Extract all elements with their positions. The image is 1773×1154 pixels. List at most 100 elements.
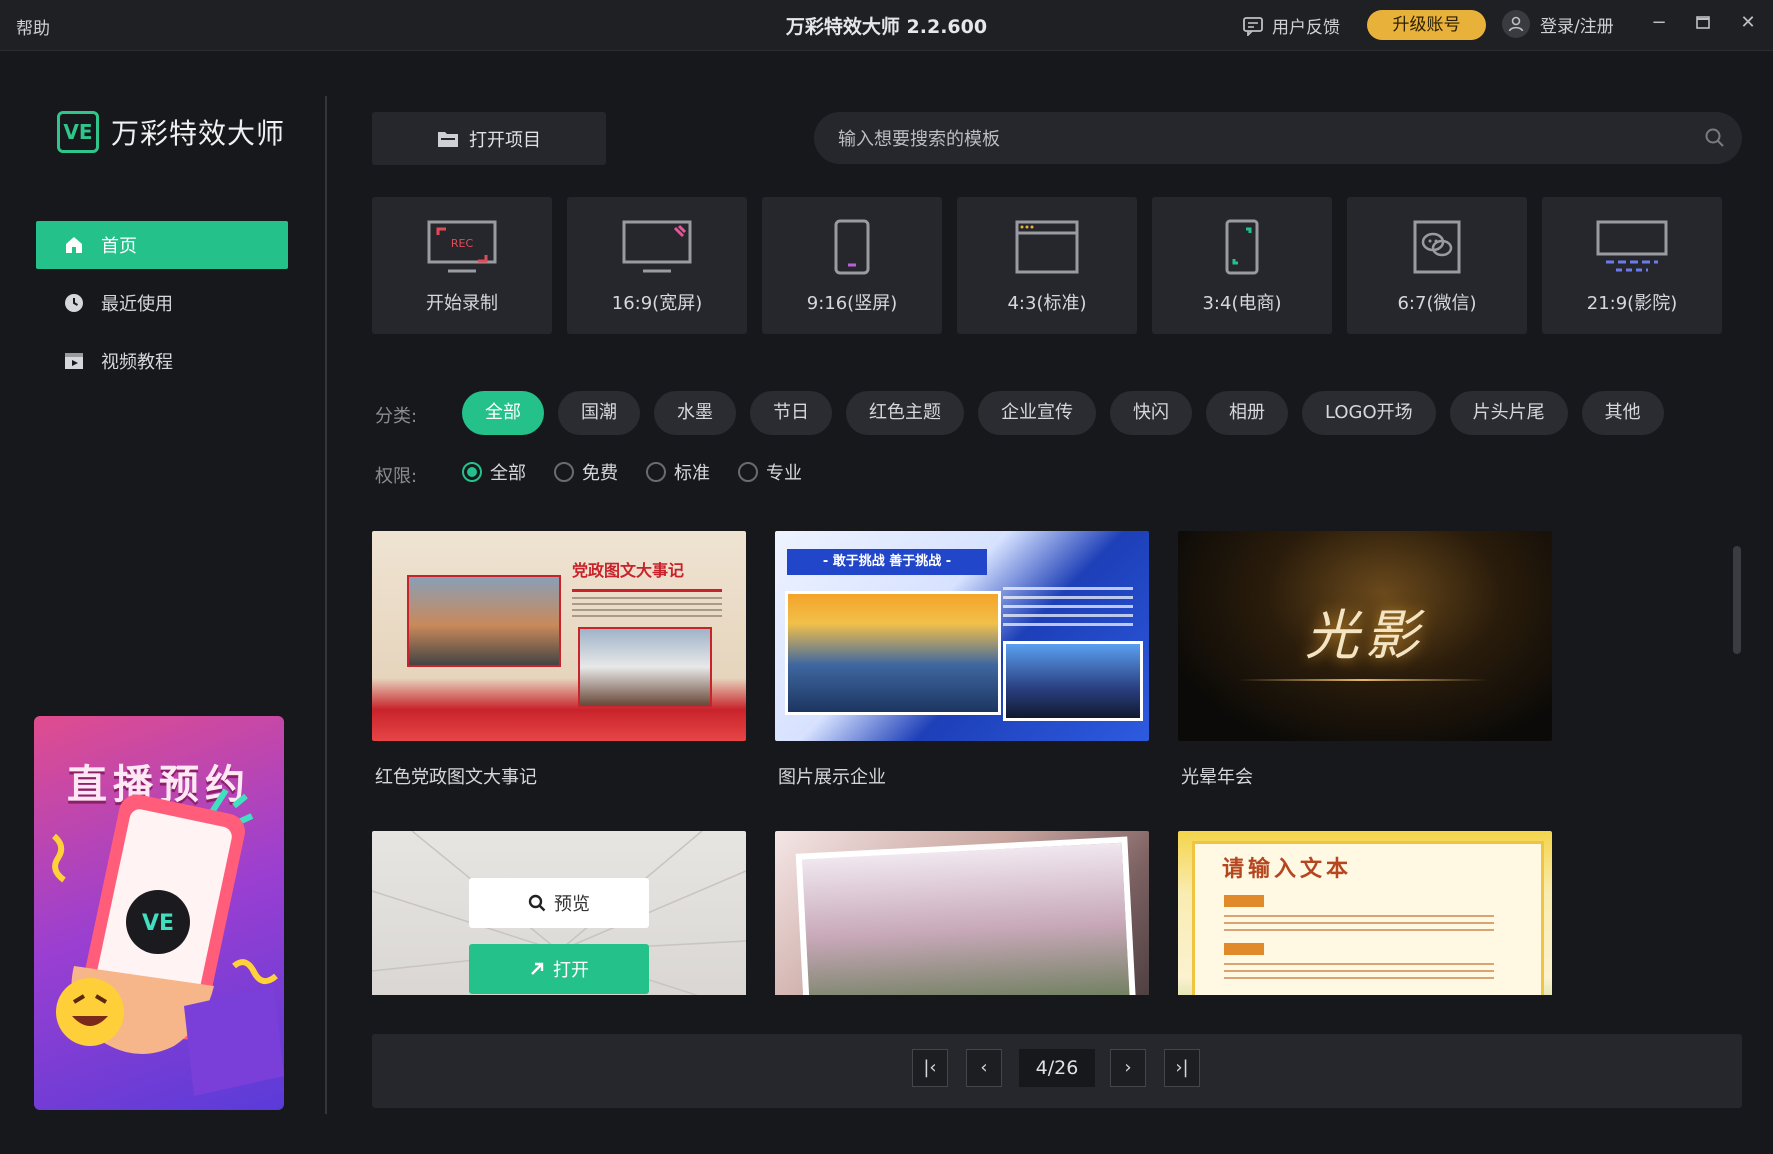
template-card[interactable]: 请输入文本: [1178, 831, 1552, 995]
open-project-button[interactable]: 打开项目: [372, 112, 606, 165]
logo-mark: VE: [57, 111, 99, 153]
permission-filter-label: 权限:: [375, 466, 418, 487]
category-chip[interactable]: 节日: [750, 391, 832, 435]
search-icon: [528, 894, 546, 912]
category-chip[interactable]: 快闪: [1110, 391, 1192, 435]
last-page-icon[interactable]: ›|: [1164, 1049, 1200, 1087]
open-template-button[interactable]: 打开: [469, 944, 649, 994]
template-thumbnail[interactable]: 请输入文本: [1178, 831, 1552, 995]
thumbnail-title: - 敢于挑战 善于挑战 -: [787, 549, 987, 575]
radio-button[interactable]: [738, 462, 758, 482]
sidebar-item-label: 首页: [101, 236, 137, 257]
clock-icon: [65, 294, 83, 312]
template-card[interactable]: - 敢于挑战 善于挑战 - 图片展示企业: [775, 531, 1149, 789]
template-grid: 党政图文大事记 红色党政图文大事记 - 敢于挑战 善于挑战 - 图片展示企业 光…: [372, 531, 1572, 995]
thumbnail-title: 请输入文本: [1222, 857, 1353, 882]
widescreen-card[interactable]: 16:9(宽屏): [567, 197, 747, 334]
sidebar-item-tutorials[interactable]: 视频教程: [36, 337, 288, 385]
template-card[interactable]: 党政图文大事记 红色党政图文大事记: [372, 531, 746, 789]
start-recording-card[interactable]: REC 开始录制: [372, 197, 552, 334]
permission-option-free[interactable]: 免费: [554, 459, 618, 485]
open-project-label: 打开项目: [469, 129, 541, 151]
feedback-button[interactable]: 用户反馈: [1242, 13, 1340, 38]
permission-label: 专业: [766, 463, 802, 484]
open-label: 打开: [553, 960, 589, 981]
close-icon[interactable]: ✕: [1737, 12, 1759, 34]
grid-scrollbar[interactable]: [1733, 546, 1741, 654]
template-thumbnail[interactable]: [775, 831, 1149, 995]
category-chip[interactable]: 全部: [462, 391, 544, 435]
wechat-card[interactable]: 6:7(微信): [1347, 197, 1527, 334]
category-chip[interactable]: 红色主题: [846, 391, 964, 435]
arrow-up-right-icon: [531, 962, 544, 975]
ecommerce-card[interactable]: 3:4(电商): [1152, 197, 1332, 334]
home-icon: [66, 237, 82, 253]
login-register-button[interactable]: 登录/注册: [1502, 10, 1614, 38]
template-name: 光晕年会: [1181, 767, 1253, 788]
template-card[interactable]: 光影 光晕年会: [1178, 531, 1552, 789]
standard-icon: [1015, 220, 1079, 274]
widescreen-icon: [622, 220, 692, 273]
first-page-icon[interactable]: |‹: [912, 1049, 948, 1087]
prev-page-icon[interactable]: ‹: [966, 1049, 1002, 1087]
permission-label: 标准: [674, 463, 710, 484]
permission-option-pro[interactable]: 专业: [738, 459, 802, 485]
record-screen-icon: REC: [427, 220, 497, 273]
search-input[interactable]: [836, 112, 1680, 166]
live-booking-banner[interactable]: 直播预约 VE: [34, 716, 284, 1110]
feedback-icon: [1243, 16, 1263, 36]
portrait-icon: [834, 219, 870, 275]
category-chip[interactable]: 水墨: [654, 391, 736, 435]
folder-icon: [438, 131, 458, 147]
preview-button[interactable]: 预览: [469, 878, 649, 928]
radio-button[interactable]: [554, 462, 574, 482]
canvas-size-row: REC 开始录制 16:9(宽屏) 9:16(竖屏) 4:3(标准) 3:4(电…: [372, 197, 1722, 334]
help-menu[interactable]: 帮助: [16, 14, 50, 39]
feedback-label: 用户反馈: [1272, 18, 1340, 38]
template-card[interactable]: 预览 打开: [372, 831, 746, 995]
minimize-icon[interactable]: −: [1648, 12, 1670, 34]
next-page-icon[interactable]: ›: [1110, 1049, 1146, 1087]
thumbnail-title: 党政图文大事记: [572, 561, 685, 580]
maximize-icon[interactable]: [1692, 12, 1714, 34]
page-indicator: 4/26: [1019, 1049, 1095, 1087]
standard-card[interactable]: 4:3(标准): [957, 197, 1137, 334]
category-chip[interactable]: 片头片尾: [1449, 391, 1568, 435]
size-label: 21:9(影院): [1586, 293, 1678, 314]
permission-label: 全部: [490, 463, 526, 484]
radio-button[interactable]: [462, 462, 482, 482]
category-chip[interactable]: 其他: [1581, 391, 1664, 435]
permission-option-standard[interactable]: 标准: [646, 459, 710, 485]
banner-badge: VE: [142, 911, 174, 936]
template-search: [814, 112, 1742, 166]
cinema-card[interactable]: 21:9(影院): [1542, 197, 1722, 334]
template-thumbnail[interactable]: - 敢于挑战 善于挑战 -: [775, 531, 1149, 741]
template-name: 图片展示企业: [778, 767, 886, 788]
permission-filter: 全部 免费 标准 专业: [462, 459, 802, 485]
template-thumbnail[interactable]: 党政图文大事记: [372, 531, 746, 741]
radio-button[interactable]: [646, 462, 666, 482]
category-filter-label: 分类:: [375, 406, 418, 427]
sidebar-nav: 首页 最近使用 视频教程: [36, 221, 288, 395]
sidebar-item-recent[interactable]: 最近使用: [36, 279, 288, 327]
permission-label: 免费: [582, 463, 618, 484]
category-chip[interactable]: 相册: [1206, 391, 1288, 435]
permission-option-all[interactable]: 全部: [462, 459, 526, 485]
wechat-icon: [1413, 220, 1461, 274]
category-chip[interactable]: LOGO开场: [1302, 391, 1436, 435]
upgrade-account-button[interactable]: 升级账号: [1367, 10, 1486, 40]
template-thumbnail[interactable]: 光影: [1178, 531, 1552, 741]
logo-text: 万彩特效大师: [111, 117, 286, 150]
template-card[interactable]: [775, 831, 1149, 995]
sidebar-item-home[interactable]: 首页: [36, 221, 288, 269]
size-label: 3:4(电商): [1202, 293, 1282, 314]
size-label: 16:9(宽屏): [611, 293, 703, 314]
cinema-icon: [1596, 220, 1668, 272]
ecommerce-icon: [1225, 219, 1259, 275]
template-thumbnail[interactable]: 预览 打开: [372, 831, 746, 995]
portrait-card[interactable]: 9:16(竖屏): [762, 197, 942, 334]
category-chip[interactable]: 企业宣传: [978, 391, 1096, 435]
user-avatar-icon: [1502, 10, 1530, 38]
search-icon[interactable]: [1704, 127, 1726, 149]
category-chip[interactable]: 国潮: [558, 391, 640, 435]
